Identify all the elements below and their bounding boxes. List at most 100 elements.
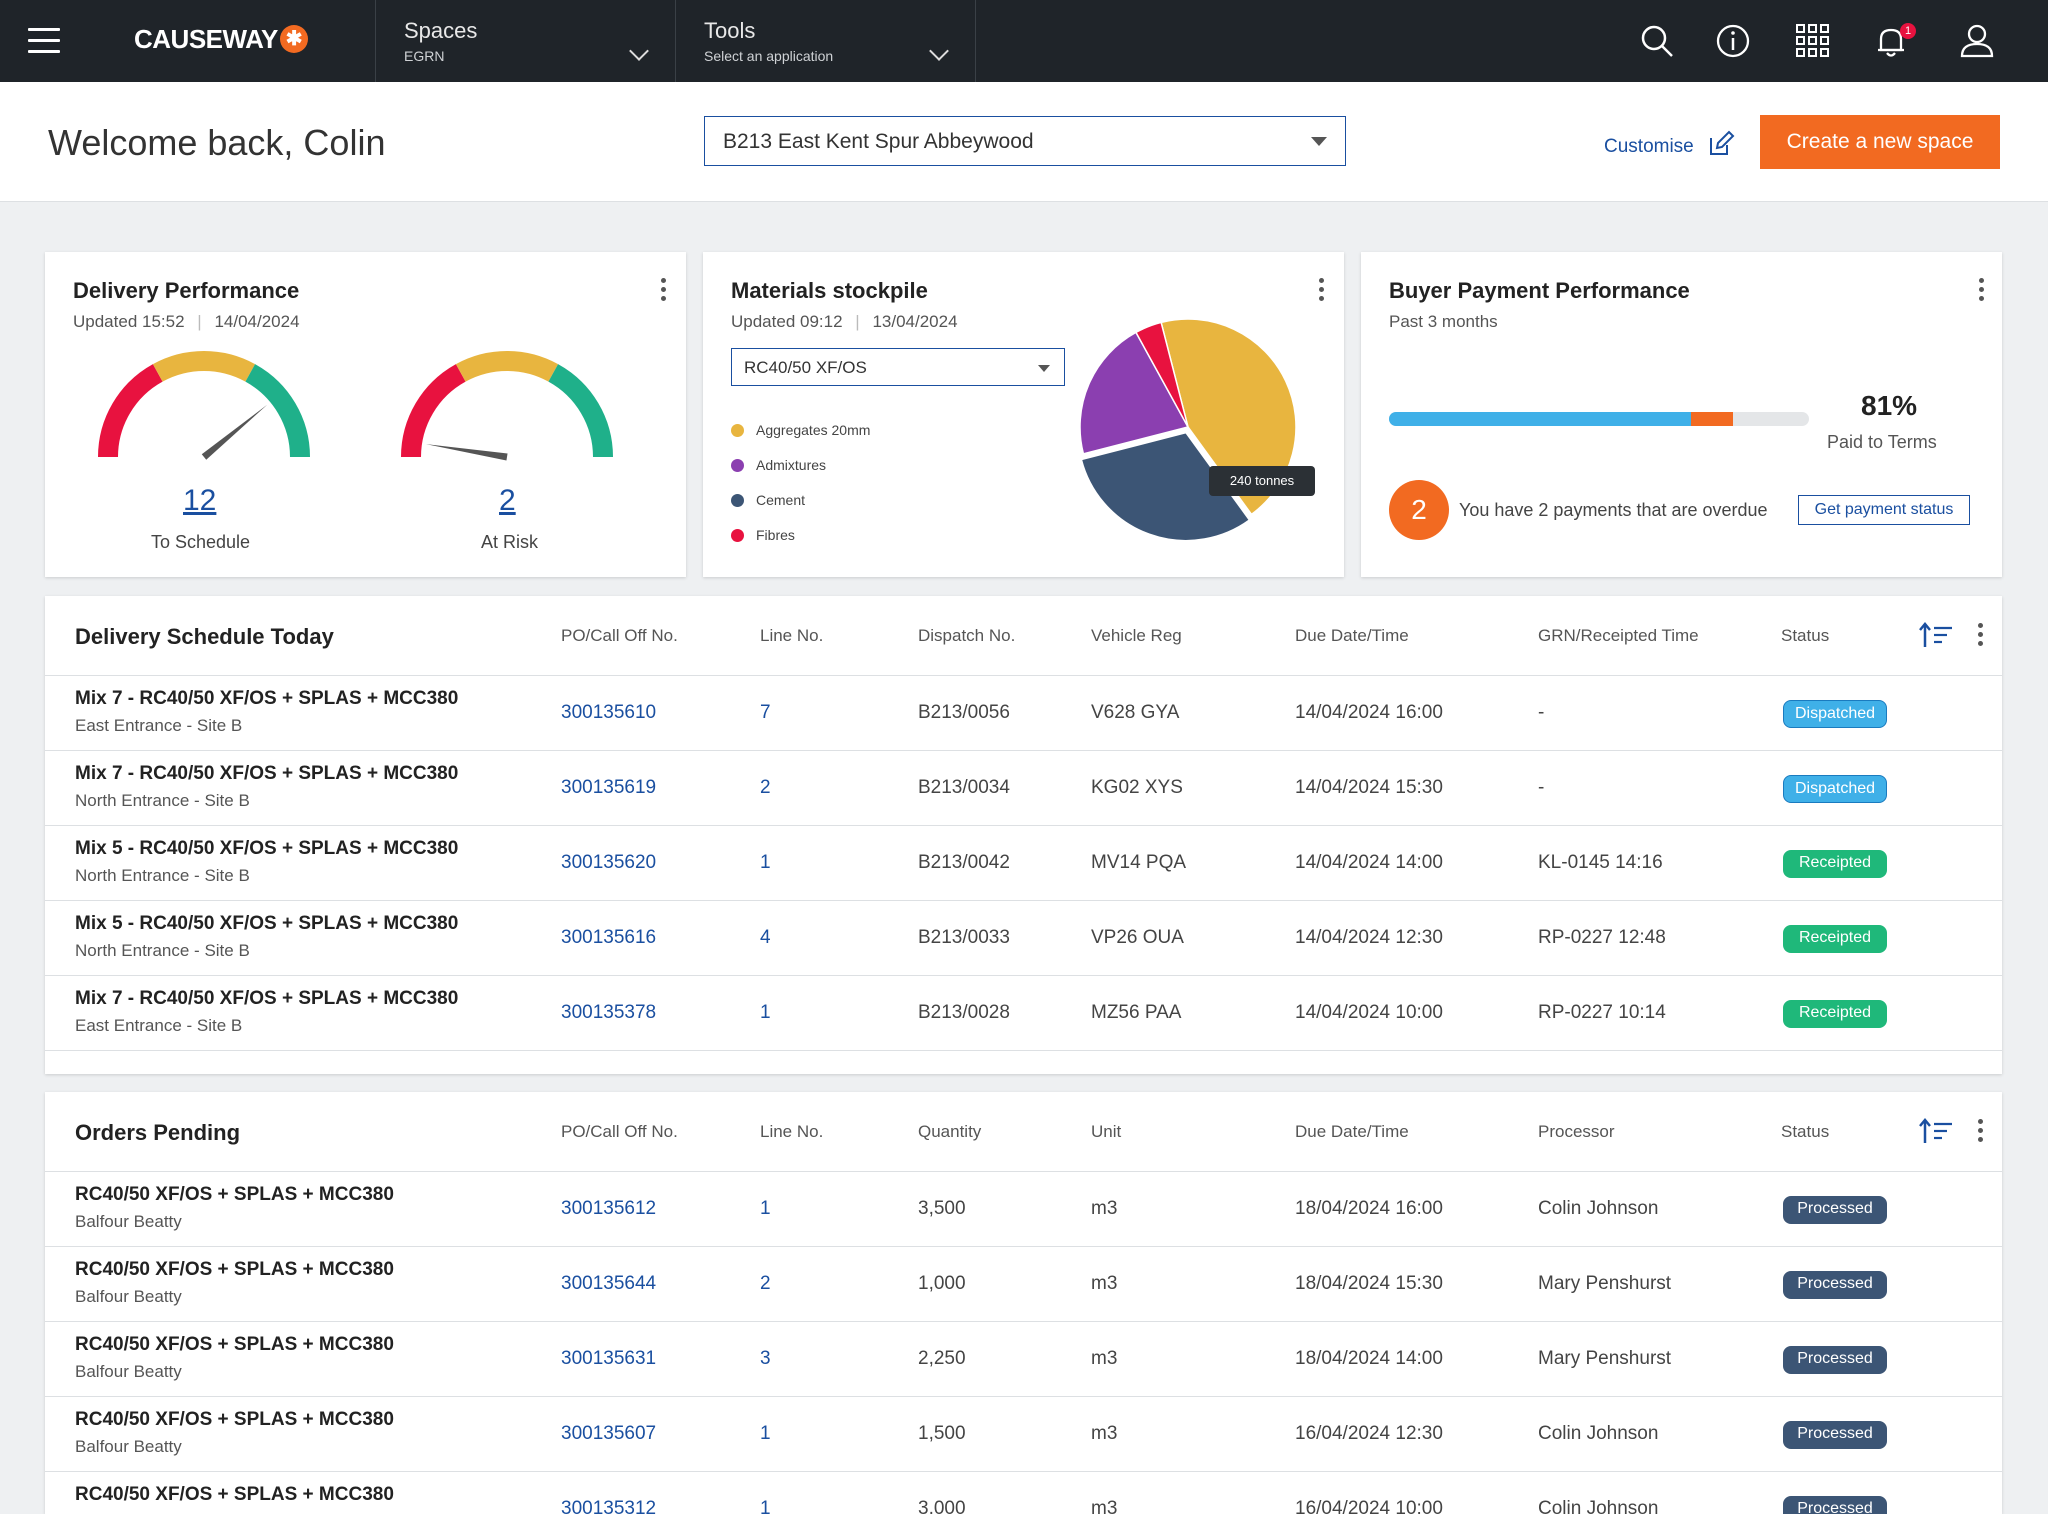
due-datetime: 16/04/2024 12:30 (1295, 1423, 1443, 1444)
status-badge: Processed (1783, 1421, 1887, 1449)
quantity: 3,500 (918, 1198, 966, 1219)
tools-dropdown[interactable]: Tools Select an application (704, 18, 954, 66)
processor: Mary Penshurst (1538, 1273, 1672, 1294)
column-header[interactable]: Status (1781, 626, 1829, 646)
processor: Colin Johnson (1538, 1423, 1659, 1444)
column-header[interactable]: GRN/Receipted Time (1538, 626, 1699, 646)
po-number-link[interactable]: 300135607 (561, 1423, 656, 1445)
table-row[interactable]: Mix 5 - RC40/50 XF/OS + SPLAS + MCC380 No… (45, 901, 2002, 976)
po-number-link[interactable]: 300135619 (561, 777, 656, 799)
column-header[interactable]: Due Date/Time (1295, 1122, 1409, 1142)
gauge-needle (426, 444, 508, 461)
causeway-logo[interactable]: CAUSEWAY ✱ (134, 24, 308, 55)
po-number-link[interactable]: 300135612 (561, 1198, 656, 1220)
search-icon[interactable] (1638, 22, 1676, 60)
quantity: 2,250 (918, 1348, 966, 1369)
to-schedule-count[interactable]: 12 (183, 484, 216, 518)
table-row[interactable]: RC40/50 XF/OS + SPLAS + MCC380 Balfour Be… (45, 1172, 2002, 1247)
vehicle-reg: MV14 PQA (1091, 852, 1187, 873)
column-header[interactable]: Line No. (760, 626, 823, 646)
line-number-link[interactable]: 1 (760, 852, 771, 874)
row-description: RC40/50 XF/OS + SPLAS + MCC380 (75, 1184, 394, 1205)
column-header[interactable]: Line No. (760, 1122, 823, 1142)
column-header[interactable]: Processor (1538, 1122, 1615, 1142)
column-header[interactable]: Quantity (918, 1122, 981, 1142)
line-number-link[interactable]: 1 (760, 1002, 771, 1024)
column-header[interactable]: Dispatch No. (918, 626, 1015, 646)
column-header[interactable]: Due Date/Time (1295, 626, 1409, 646)
buyer-payment-card: Buyer Payment Performance Past 3 months … (1361, 252, 2002, 577)
status-badge: Processed (1783, 1346, 1887, 1374)
info-icon[interactable] (1714, 22, 1752, 60)
line-number-link[interactable]: 2 (760, 777, 771, 799)
updated-date: 13/04/2024 (872, 312, 958, 331)
po-number-link[interactable]: 300135312 (561, 1498, 656, 1514)
column-header[interactable]: PO/Call Off No. (561, 1122, 678, 1142)
line-number-link[interactable]: 7 (760, 702, 771, 724)
line-number-link[interactable]: 1 (760, 1423, 771, 1445)
nav-divider (675, 0, 676, 82)
material-mix-select[interactable]: RC40/50 XF/OS (731, 348, 1065, 386)
table-row[interactable]: RC40/50 XF/OS + SPLAS + MCC380 Balfour Be… (45, 1247, 2002, 1322)
po-number-link[interactable]: 300135616 (561, 927, 656, 949)
menu-icon[interactable] (28, 28, 60, 54)
gauge-amber-segment (455, 351, 559, 382)
table-row[interactable]: Mix 7 - RC40/50 XF/OS + SPLAS + MCC380 Ea… (45, 976, 2002, 1051)
table-row[interactable]: RC40/50 XF/OS + SPLAS + MCC380 300135312 1… (45, 1472, 2002, 1514)
vehicle-reg: MZ56 PAA (1091, 1002, 1182, 1023)
row-description: Mix 7 - RC40/50 XF/OS + SPLAS + MCC380 (75, 763, 459, 784)
welcome-header: Welcome back, Colin B213 East Kent Spur … (0, 82, 2048, 202)
updated-time: Updated 09:12 (731, 312, 843, 331)
line-number-link[interactable]: 2 (760, 1273, 771, 1295)
status-badge: Receipted (1783, 1000, 1887, 1028)
grn-receipted-time: - (1538, 702, 1545, 723)
grn-receipted-time: KL-0145 14:16 (1538, 852, 1663, 873)
table-title: Delivery Schedule Today (75, 624, 334, 649)
table-row[interactable]: Mix 5 - RC40/50 XF/OS + SPLAS + MCC380 No… (45, 826, 2002, 901)
row-description: RC40/50 XF/OS + SPLAS + MCC380 (75, 1484, 394, 1505)
customise-link[interactable]: Customise (1604, 130, 1735, 158)
sort-icon[interactable] (1919, 1118, 1955, 1146)
table-row[interactable]: RC40/50 XF/OS + SPLAS + MCC380 Balfour Be… (45, 1397, 2002, 1472)
po-number-link[interactable]: 300135378 (561, 1002, 656, 1024)
sort-icon[interactable] (1919, 622, 1955, 650)
row-location: North Entrance - Site B (75, 791, 250, 810)
user-icon[interactable] (1958, 22, 1996, 60)
paid-to-terms-label: Paid to Terms (1827, 432, 1937, 452)
due-datetime: 14/04/2024 16:00 (1295, 702, 1443, 723)
gauge-to-schedule (98, 351, 310, 460)
table-title: Orders Pending (75, 1120, 241, 1145)
card-subtitle: Past 3 months (1389, 312, 1498, 331)
space-select[interactable]: B213 East Kent Spur Abbeywood (704, 116, 1346, 166)
row-location: East Entrance - Site B (75, 1016, 243, 1035)
po-number-link[interactable]: 300135644 (561, 1273, 656, 1295)
column-header[interactable]: PO/Call Off No. (561, 626, 678, 646)
space-select-value: B213 East Kent Spur Abbeywood (723, 130, 1034, 153)
get-payment-status-button[interactable]: Get payment status (1798, 495, 1970, 525)
column-header[interactable]: Unit (1091, 1122, 1121, 1142)
table-row[interactable]: Mix 7 - RC40/50 XF/OS + SPLAS + MCC380 No… (45, 751, 2002, 826)
more-options-icon[interactable] (1979, 278, 1985, 304)
po-number-link[interactable]: 300135631 (561, 1348, 656, 1370)
line-number-link[interactable]: 1 (760, 1198, 771, 1220)
more-options-icon[interactable] (1978, 1119, 1984, 1145)
table-row[interactable]: Mix 7 - RC40/50 XF/OS + SPLAS + MCC380 Ea… (45, 676, 2002, 751)
create-space-button[interactable]: Create a new space (1760, 115, 2000, 169)
more-options-icon[interactable] (1319, 278, 1325, 304)
apps-grid-icon[interactable] (1794, 22, 1832, 60)
due-datetime: 18/04/2024 15:30 (1295, 1273, 1443, 1294)
spaces-dropdown[interactable]: Spaces EGRN (404, 18, 654, 66)
table-row[interactable]: RC40/50 XF/OS + SPLAS + MCC380 Balfour Be… (45, 1322, 2002, 1397)
line-number-link[interactable]: 3 (760, 1348, 771, 1370)
po-number-link[interactable]: 300135620 (561, 852, 656, 874)
more-options-icon[interactable] (1978, 623, 1984, 649)
column-header[interactable]: Vehicle Reg (1091, 626, 1182, 646)
line-number-link[interactable]: 4 (760, 927, 771, 949)
table-header: Delivery Schedule Today PO/Call Off No. … (45, 596, 2002, 676)
po-number-link[interactable]: 300135610 (561, 702, 656, 724)
column-header[interactable]: Status (1781, 1122, 1829, 1142)
at-risk-count[interactable]: 2 (499, 484, 516, 518)
more-options-icon[interactable] (661, 278, 667, 304)
legend-label: Admixtures (756, 457, 827, 473)
line-number-link[interactable]: 1 (760, 1498, 771, 1514)
